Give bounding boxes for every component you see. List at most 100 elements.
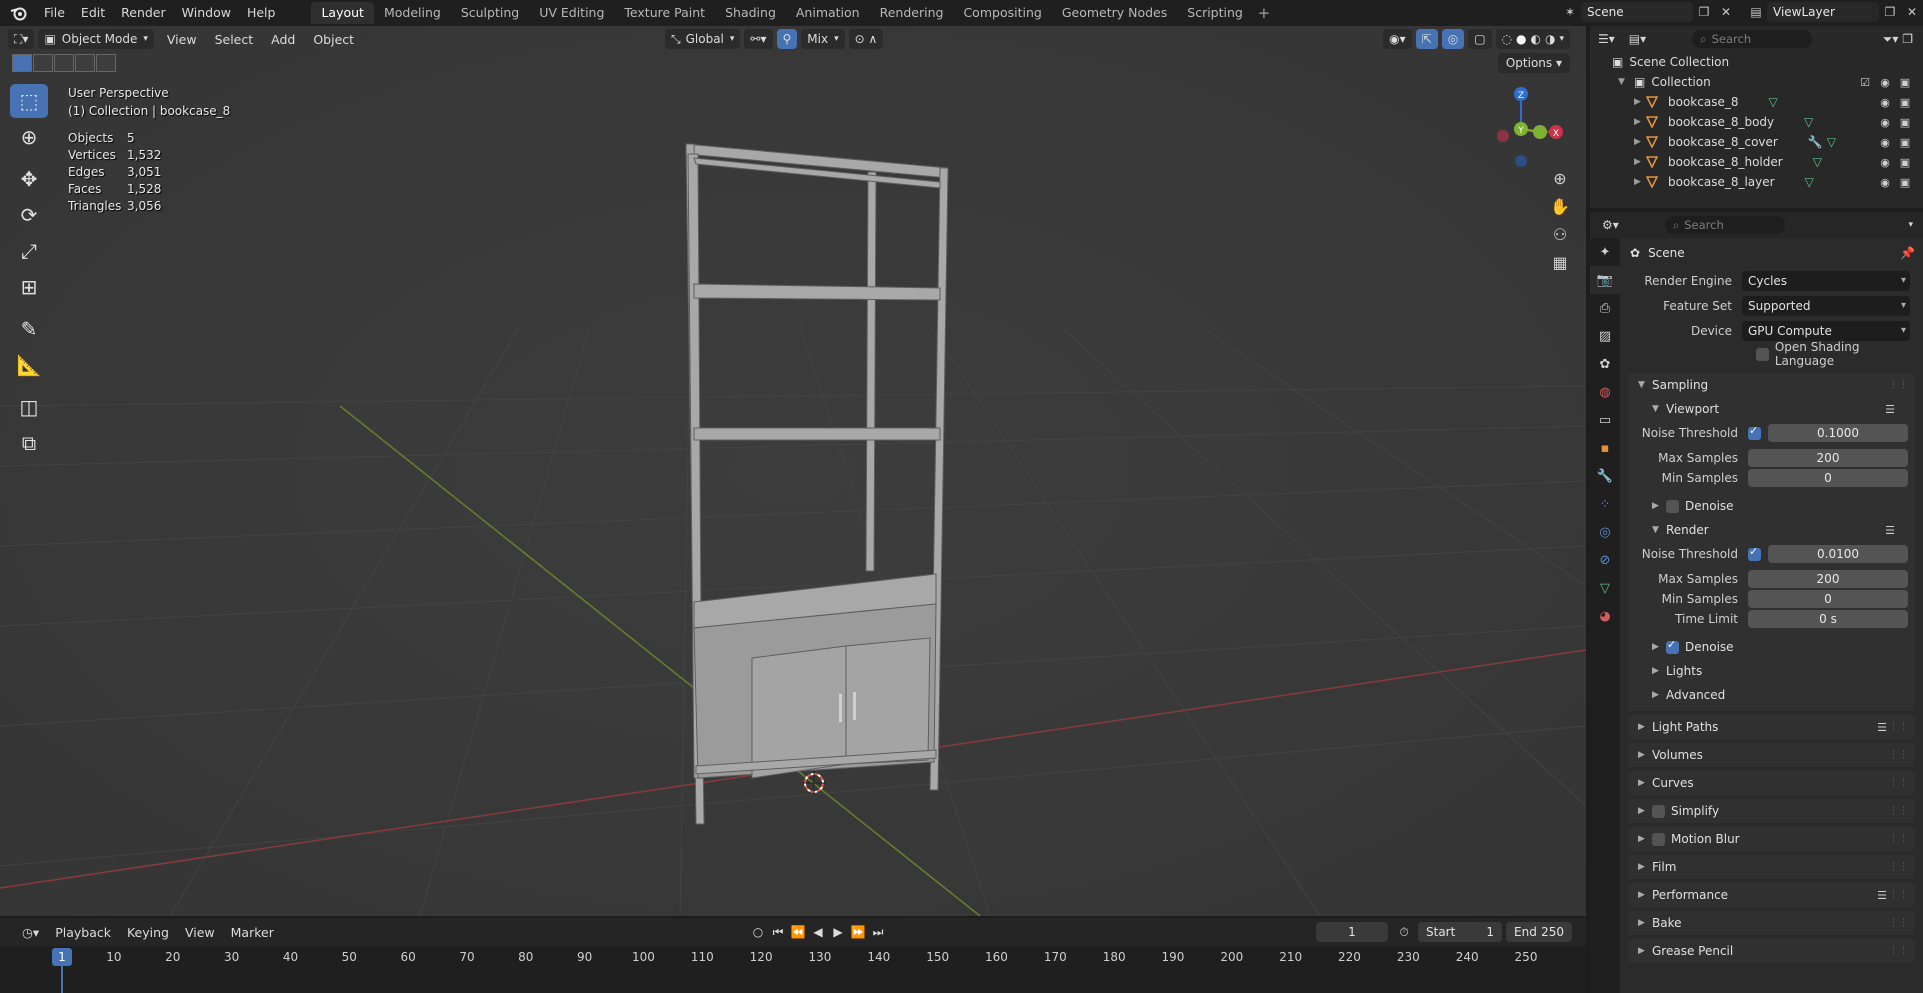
mesh-data-icon[interactable]: ▽ xyxy=(1768,95,1777,109)
solid-shading-icon[interactable]: ● xyxy=(1516,32,1526,46)
eye-icon[interactable]: ◉ xyxy=(1875,176,1895,189)
tab-material[interactable]: ◕ xyxy=(1590,602,1620,630)
tab-rendering[interactable]: Rendering xyxy=(870,2,954,24)
render-engine-dropdown[interactable]: Cycles ▾ xyxy=(1742,270,1910,291)
shading-modes[interactable]: ◌ ● ◐ ◑ ▾ xyxy=(1495,29,1570,49)
drag-grip-icon[interactable]: ⋮⋮ xyxy=(1889,722,1909,732)
expand-icon[interactable]: ▶ xyxy=(1634,177,1644,187)
render-denoise-subpanel[interactable]: ▶ Denoise xyxy=(1628,635,1915,659)
tab-constraints[interactable]: ⊘ xyxy=(1590,546,1620,574)
eye-icon[interactable]: ◉ xyxy=(1875,116,1895,129)
drag-grip-icon[interactable]: ⋮⋮ xyxy=(1889,890,1909,900)
camera-view-button[interactable]: ⚇ xyxy=(1546,220,1574,248)
delete-viewlayer-icon[interactable]: ✕ xyxy=(1901,2,1923,22)
menu-window[interactable]: Window xyxy=(174,2,239,24)
scene-collection-row[interactable]: ▣ Scene Collection xyxy=(1590,52,1923,72)
outliner-item[interactable]: ▶ bookcase_8_body ▽ ◉ ▣ xyxy=(1590,112,1923,132)
record-icon[interactable]: ○ xyxy=(748,922,768,942)
presets-list-icon[interactable]: ☰ xyxy=(1885,524,1895,537)
tab-layout[interactable]: Layout xyxy=(311,2,374,24)
menu-marker[interactable]: Marker xyxy=(223,925,282,940)
play-icon[interactable]: ▶ xyxy=(828,922,848,942)
outliner-item[interactable]: ▶ bookcase_8_holder ▽ ◉ ▣ xyxy=(1590,152,1923,172)
tab-scripting[interactable]: Scripting xyxy=(1177,2,1253,24)
viewlayer-name-field[interactable]: ViewLayer xyxy=(1767,2,1879,22)
drag-grip-icon[interactable]: ⋮⋮ xyxy=(1889,778,1909,788)
blender-logo-icon[interactable] xyxy=(8,2,30,24)
expand-icon[interactable]: ▶ xyxy=(1634,157,1644,167)
simplify-checkbox[interactable] xyxy=(1652,804,1665,818)
tab-compositing[interactable]: Compositing xyxy=(953,2,1051,24)
tab-uv-editing[interactable]: UV Editing xyxy=(529,2,614,24)
volumes-panel[interactable]: ▶ Volumes ⋮⋮ xyxy=(1628,743,1915,767)
tab-render[interactable]: 📷 xyxy=(1590,266,1620,294)
simplify-panel[interactable]: ▶ Simplify ⋮⋮ xyxy=(1628,799,1915,823)
camera-icon[interactable]: ▣ xyxy=(1895,76,1915,89)
zoom-button[interactable]: ⊕ xyxy=(1546,164,1574,192)
eye-icon[interactable]: ◉ xyxy=(1875,76,1895,89)
viewport-min-samples-field[interactable]: 0 xyxy=(1748,469,1908,487)
scene-icon[interactable]: ✶ xyxy=(1559,2,1581,22)
noise-threshold-checkbox[interactable] xyxy=(1748,545,1761,561)
select-new-button[interactable] xyxy=(12,54,32,72)
timeline-editor-type-icon[interactable]: ◷▾ xyxy=(14,925,47,940)
navigation-gizmo[interactable]: Z X Y xyxy=(1476,84,1566,174)
expand-icon[interactable]: ▶ xyxy=(1634,137,1644,147)
pivot-dropdown[interactable]: ⚯▾ xyxy=(744,29,773,49)
tab-physics[interactable]: ◎ xyxy=(1590,518,1620,546)
prev-keyframe-icon[interactable]: ⏪ xyxy=(788,922,808,942)
film-panel[interactable]: ▶ Film ⋮⋮ xyxy=(1628,855,1915,879)
menu-object[interactable]: Object xyxy=(304,32,363,47)
eye-icon[interactable]: ◉ xyxy=(1875,156,1895,169)
menu-add[interactable]: Add xyxy=(262,32,304,47)
measure-tool[interactable]: 📐 xyxy=(10,348,48,382)
eye-icon[interactable]: ◉ xyxy=(1875,96,1895,109)
properties-editor-type-icon[interactable]: ⚙▾ xyxy=(1602,218,1619,232)
annotate-tool[interactable]: ✎ xyxy=(10,312,48,346)
jump-end-icon[interactable]: ⏭ xyxy=(868,922,888,942)
mesh-data-icon[interactable]: ▽ xyxy=(1804,115,1813,129)
mesh-data-icon[interactable]: ▽ xyxy=(1827,135,1836,149)
camera-icon[interactable]: ▣ xyxy=(1895,176,1915,189)
camera-icon[interactable]: ▣ xyxy=(1895,136,1915,149)
render-subpanel-header[interactable]: ▼ Render ☰ xyxy=(1628,518,1915,542)
rotate-tool[interactable]: ⟳ xyxy=(10,198,48,232)
jump-start-icon[interactable]: ⏮ xyxy=(768,922,788,942)
3d-viewport[interactable]: ⛶▾ ▣ Object Mode ▾ View Select Add Object … xyxy=(0,26,1586,916)
performance-panel[interactable]: ▶ Performance ☰ ⋮⋮ xyxy=(1628,883,1915,907)
select-extend-button[interactable] xyxy=(33,54,53,72)
material-shading-icon[interactable]: ◐ xyxy=(1531,32,1541,46)
mesh-data-icon[interactable]: ▽ xyxy=(1813,155,1822,169)
drag-grip-icon[interactable]: ⋮⋮ xyxy=(1889,750,1909,760)
checkbox-icon[interactable]: ☑ xyxy=(1855,76,1875,89)
outliner-item[interactable]: ▶ bookcase_8_layer ▽ ◉ ▣ xyxy=(1590,172,1923,192)
presets-list-icon[interactable]: ☰ xyxy=(1877,889,1887,902)
gizmo-toggle[interactable]: ⇱ xyxy=(1415,29,1438,49)
display-mode-icon[interactable]: ▤▾ xyxy=(1629,32,1646,46)
end-frame-field[interactable]: End 250 xyxy=(1506,922,1572,942)
tab-modeling[interactable]: Modeling xyxy=(374,2,451,24)
start-frame-field[interactable]: Start 1 xyxy=(1418,922,1502,942)
tab-data[interactable]: ▽ xyxy=(1590,574,1620,602)
drag-grip-icon[interactable]: ⋮⋮ xyxy=(1889,946,1909,956)
delete-scene-icon[interactable]: ✕ xyxy=(1715,2,1737,22)
cursor-tool[interactable]: ⊕ xyxy=(10,120,48,154)
new-viewlayer-icon[interactable]: ❐ xyxy=(1879,2,1901,22)
add-cube-tool[interactable]: ◫ xyxy=(10,390,48,424)
noise-threshold-checkbox[interactable] xyxy=(1748,424,1761,440)
expand-icon[interactable]: ▶ xyxy=(1634,117,1644,127)
filter-icon[interactable]: ⏷▾ ❐ xyxy=(1883,32,1913,47)
eye-icon[interactable]: ◉ xyxy=(1875,136,1895,149)
tab-output[interactable]: ⎙ xyxy=(1590,294,1620,322)
menu-render[interactable]: Render xyxy=(113,2,174,24)
lights-subpanel[interactable]: ▶ Lights xyxy=(1628,659,1915,683)
ortho-toggle-button[interactable]: ▦ xyxy=(1546,248,1574,276)
menu-select[interactable]: Select xyxy=(206,32,263,47)
xray-toggle[interactable]: ▢ xyxy=(1468,29,1492,49)
curves-panel[interactable]: ▶ Curves ⋮⋮ xyxy=(1628,771,1915,795)
pan-button[interactable]: ✋ xyxy=(1546,192,1574,220)
menu-view[interactable]: View xyxy=(158,32,206,47)
select-subtract-button[interactable] xyxy=(54,54,74,72)
expand-icon[interactable]: ▶ xyxy=(1634,97,1644,107)
collection-row[interactable]: ▼ ▣ Collection ☑ ◉ ▣ xyxy=(1590,72,1923,92)
